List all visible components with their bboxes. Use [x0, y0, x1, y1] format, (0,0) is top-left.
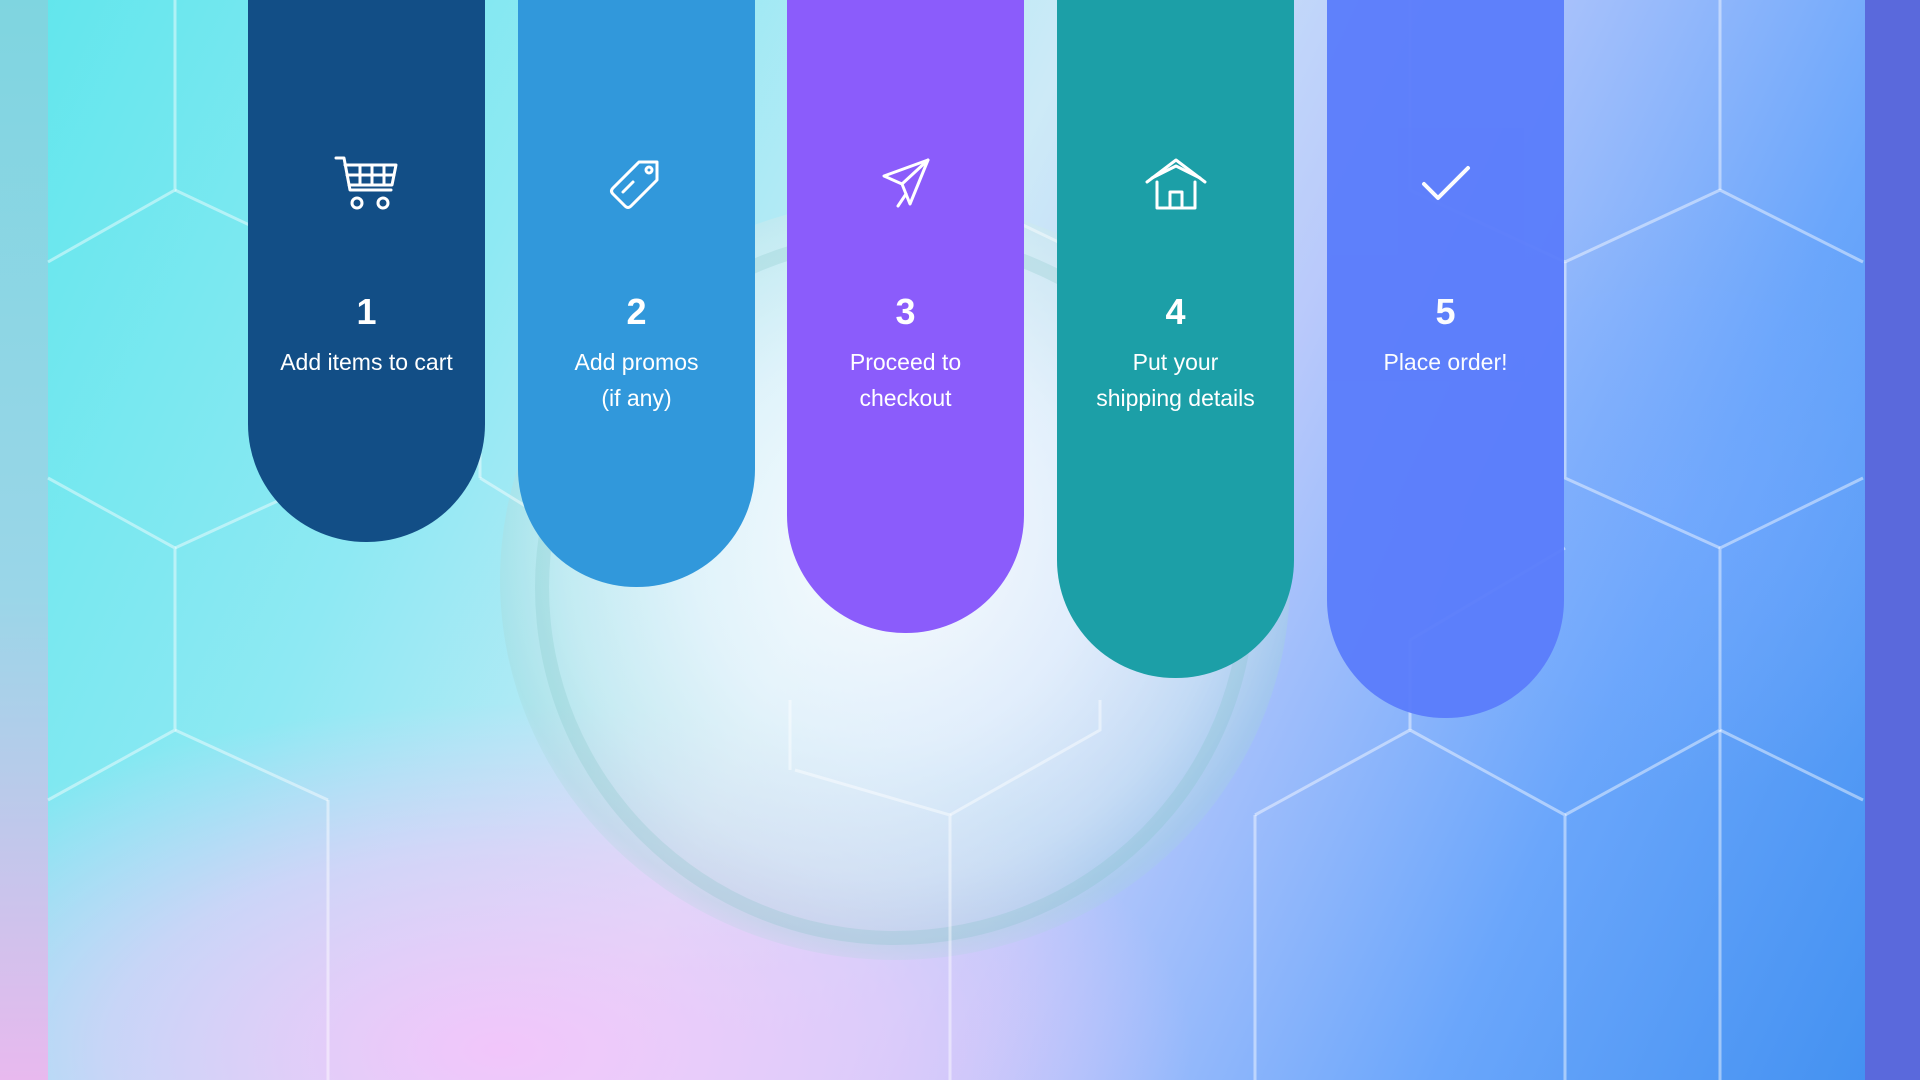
step-label: Add items to cart: [280, 349, 453, 375]
step-card-5: 5 Place order!: [1327, 0, 1564, 718]
step-label: Proceed to checkout: [849, 349, 962, 411]
step-number: 2: [626, 291, 647, 332]
paper-plane-icon: [787, 154, 1024, 214]
step-card-3: 3 Proceed to checkout: [787, 0, 1024, 633]
step-label: Place order!: [1383, 349, 1508, 375]
checkmark-icon: [1327, 154, 1564, 214]
shopping-cart-icon: [248, 154, 485, 214]
step-card-1: 1 Add items to cart: [248, 0, 485, 542]
step-label: Put your shipping details: [1096, 349, 1255, 411]
price-tag-icon: [518, 154, 755, 214]
step-number: 3: [895, 291, 916, 332]
step-label: Add promos (if any): [574, 349, 699, 411]
step-number: 1: [356, 291, 377, 332]
step-number: 5: [1435, 291, 1456, 332]
step-card-4: 4 Put your shipping details: [1057, 0, 1294, 678]
house-icon: [1057, 154, 1294, 214]
step-card-2: 2 Add promos (if any): [518, 0, 755, 587]
step-number: 4: [1165, 291, 1186, 332]
right-edge-stripe: [1865, 0, 1920, 1080]
